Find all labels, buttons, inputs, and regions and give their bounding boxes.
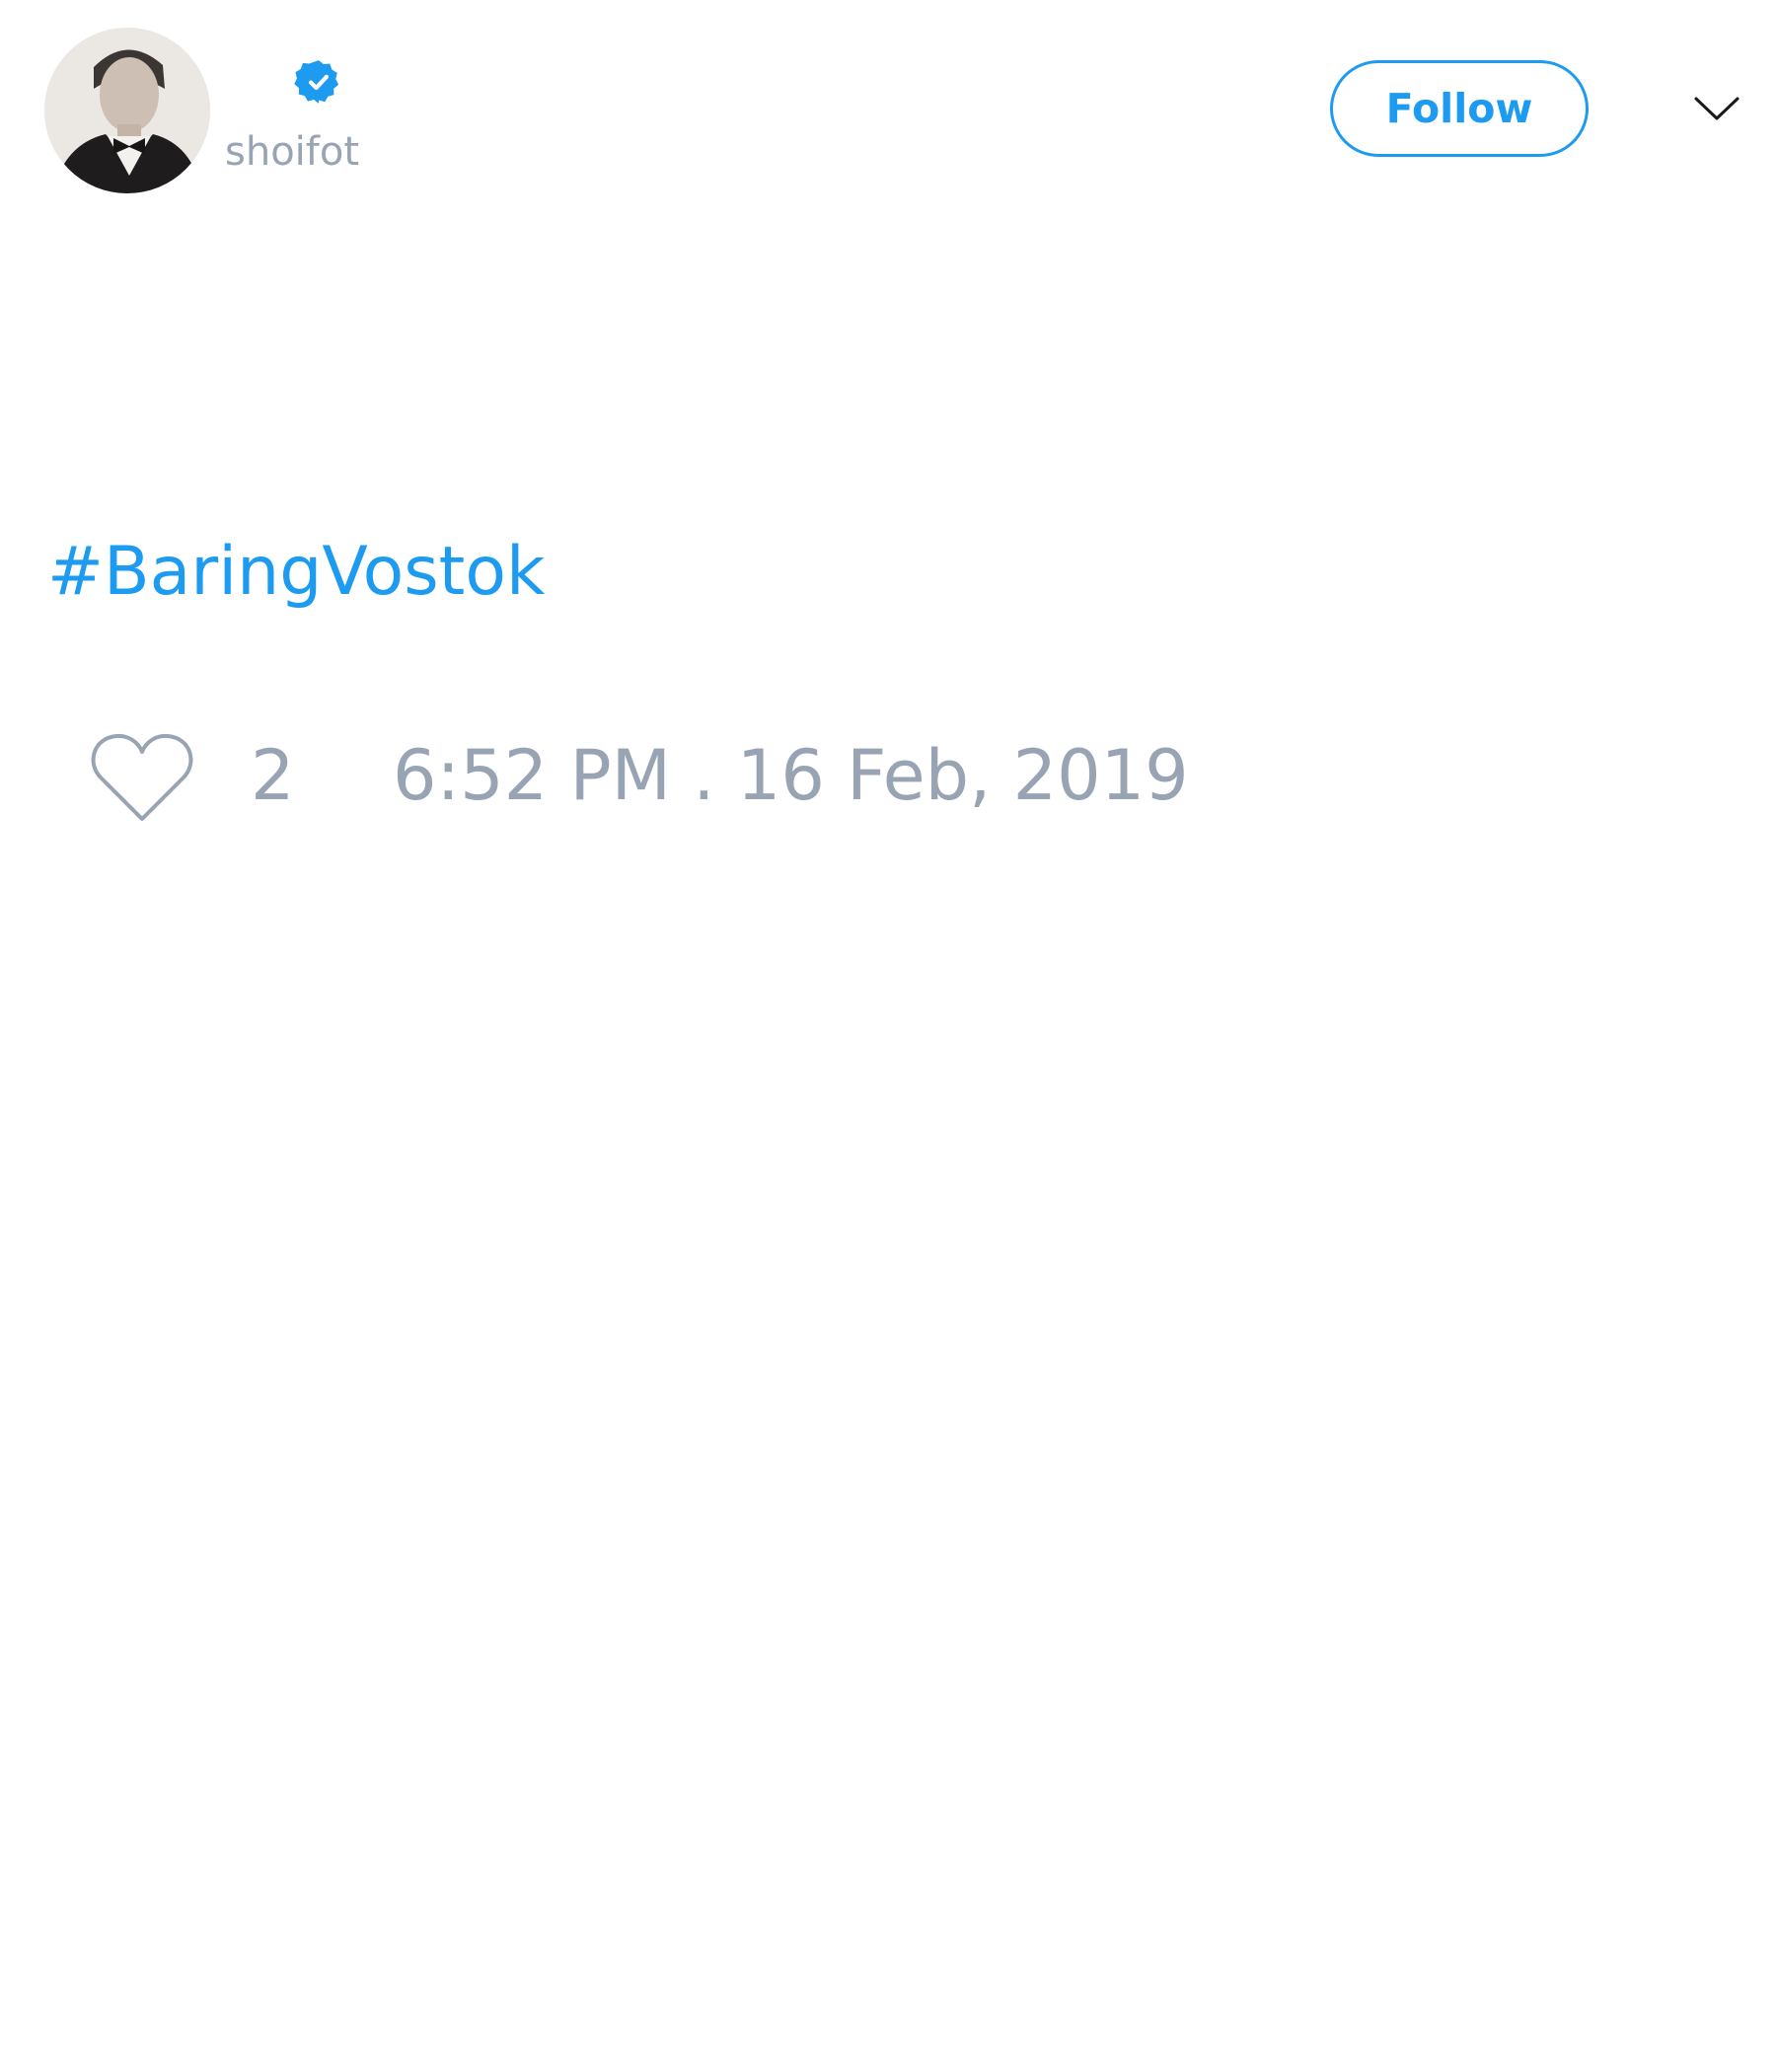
tweet-hashtag-link[interactable]: #BaringVostok xyxy=(47,531,545,614)
heart-icon[interactable] xyxy=(89,730,195,825)
avatar-photo xyxy=(44,28,210,193)
follow-button[interactable]: Follow xyxy=(1330,60,1589,157)
verified-badge-icon xyxy=(294,60,338,104)
tweet-timestamp[interactable]: 6:52 PM . 16 Feb, 2019 xyxy=(393,734,1189,817)
like-count: 2 xyxy=(251,735,295,816)
chevron-down-icon[interactable] xyxy=(1692,91,1741,126)
avatar[interactable] xyxy=(44,28,210,193)
username[interactable]: shoifot xyxy=(225,124,359,180)
